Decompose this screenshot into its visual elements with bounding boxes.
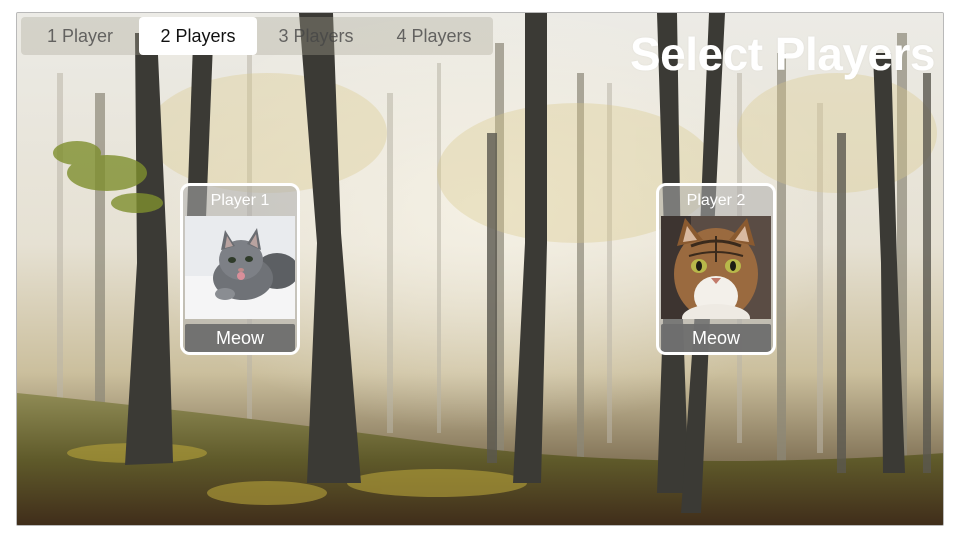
player-1-meow-button[interactable]: Meow [185, 324, 295, 352]
gray-kitten-avatar [185, 216, 295, 319]
player-2-card[interactable]: Player 2 Meow [656, 183, 776, 355]
player-1-card[interactable]: Player 1 Meow [180, 183, 300, 355]
tabby-cat-avatar [661, 216, 771, 319]
segment-1-player[interactable]: 1 Player [21, 17, 139, 55]
player-2-label: Player 2 [686, 192, 746, 209]
player-2-meow-button[interactable]: Meow [661, 324, 771, 352]
game-screen: 1 Player 2 Players 3 Players 4 Players S… [16, 12, 944, 526]
segment-3-players[interactable]: 3 Players [257, 17, 375, 55]
player-1-label: Player 1 [210, 192, 270, 209]
player-count-segmented-control: 1 Player 2 Players 3 Players 4 Players [21, 17, 493, 55]
segment-4-players[interactable]: 4 Players [375, 17, 493, 55]
forest-background-image [17, 13, 943, 525]
page-title: Select Players [629, 28, 936, 80]
segment-2-players[interactable]: 2 Players [139, 17, 257, 55]
